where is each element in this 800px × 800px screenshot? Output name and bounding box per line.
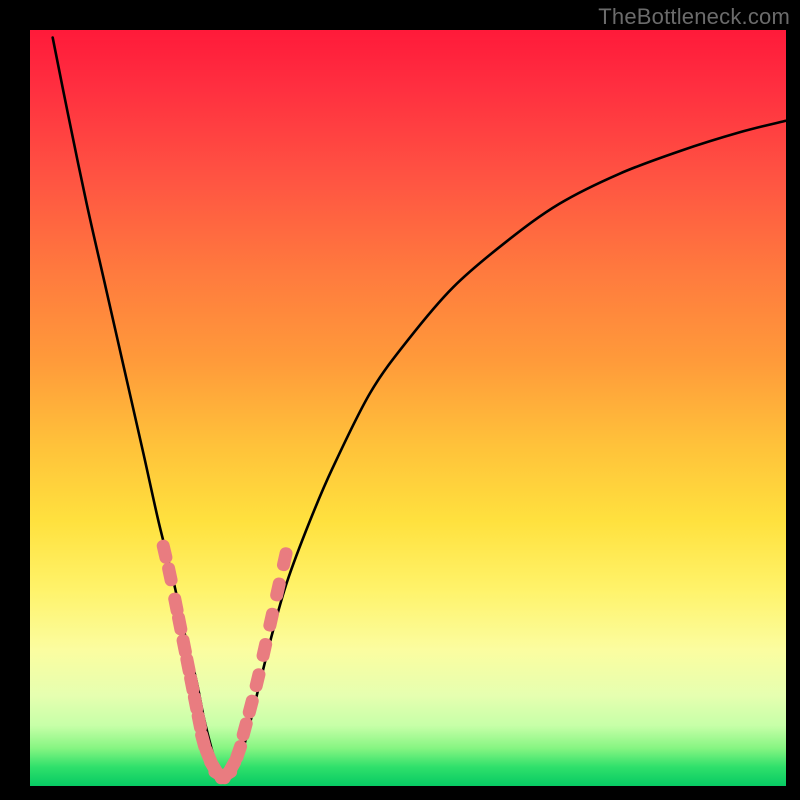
pink-markers [156,538,294,786]
pink-bead-marker [269,576,287,602]
pink-bead-marker [248,667,266,693]
watermark-text: TheBottleneck.com [598,4,790,30]
right-arm-curve [234,121,786,775]
pink-bead-marker [262,607,280,633]
pink-bead-marker [241,693,260,720]
pink-bead-marker [235,716,254,743]
chart-frame: TheBottleneck.com [0,0,800,800]
pink-bead-marker [171,610,188,636]
pink-bead-marker [156,538,174,564]
pink-bead-marker [161,561,179,587]
pink-bead-marker [255,637,273,663]
curve-layer [30,30,786,786]
